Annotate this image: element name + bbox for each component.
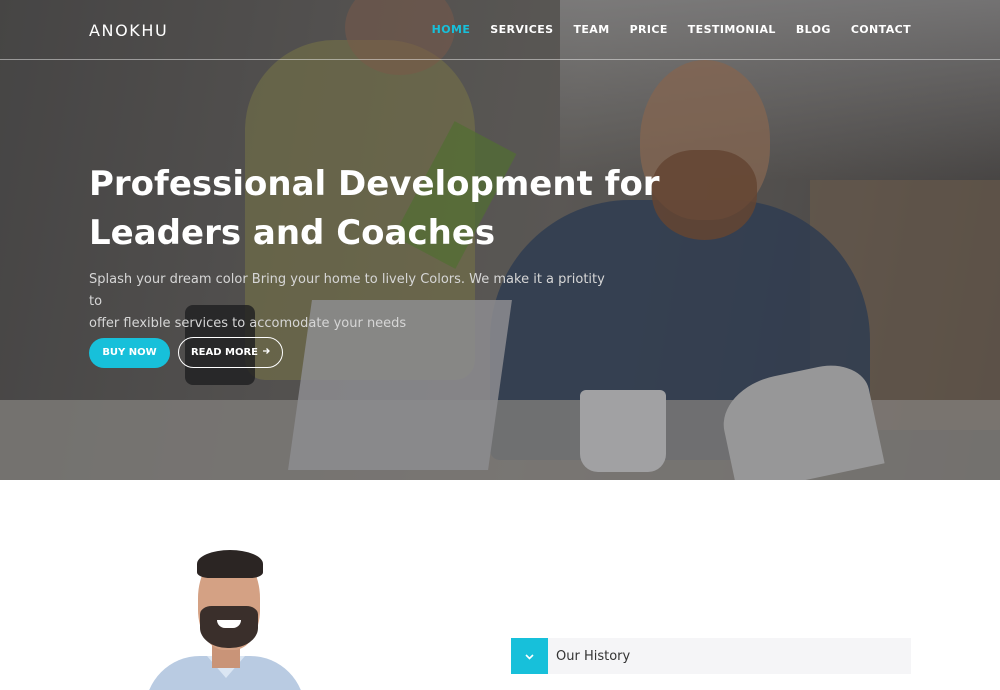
hero-subtitle: Splash your dream color Bring your home … bbox=[89, 269, 609, 335]
buy-now-button[interactable]: BUY NOW bbox=[89, 338, 170, 368]
site-logo[interactable]: ANOKHU bbox=[89, 21, 168, 40]
read-more-button[interactable]: READ MORE bbox=[178, 337, 283, 368]
accordion-title[interactable]: Our History bbox=[556, 649, 630, 664]
nav-item-blog[interactable]: BLOG bbox=[796, 23, 831, 36]
nav-item-price[interactable]: PRICE bbox=[630, 23, 668, 36]
nav-item-services[interactable]: SERVICES bbox=[490, 23, 553, 36]
team-member-photo bbox=[140, 548, 310, 690]
nav-item-team[interactable]: TEAM bbox=[573, 23, 609, 36]
accordion-our-history[interactable]: Our History bbox=[511, 638, 911, 674]
photo-hair bbox=[197, 550, 263, 578]
hero-subtitle-line-2: offer flexible services to accomodate yo… bbox=[89, 316, 407, 331]
chevron-down-icon bbox=[525, 647, 534, 665]
arrow-right-icon bbox=[262, 347, 270, 358]
hero-title-line-2: Leaders and Coaches bbox=[89, 213, 496, 253]
main-menu: HOME SERVICES TEAM PRICE TESTIMONIAL BLO… bbox=[412, 23, 911, 36]
accordion-toggle-button[interactable] bbox=[511, 638, 548, 674]
hero-subtitle-line-1: Splash your dream color Bring your home … bbox=[89, 272, 605, 309]
nav-item-home[interactable]: HOME bbox=[432, 23, 471, 36]
hero-section: ANOKHU HOME SERVICES TEAM PRICE TESTIMON… bbox=[0, 0, 1000, 480]
read-more-label: READ MORE bbox=[190, 347, 259, 358]
hero-title-line-1: Professional Development for bbox=[89, 164, 660, 204]
nav-item-testimonial[interactable]: TESTIMONIAL bbox=[688, 23, 776, 36]
top-navbar: ANOKHU HOME SERVICES TEAM PRICE TESTIMON… bbox=[0, 0, 1000, 60]
nav-item-contact[interactable]: CONTACT bbox=[851, 23, 911, 36]
hero-title: Professional Development for Leaders and… bbox=[89, 160, 689, 258]
